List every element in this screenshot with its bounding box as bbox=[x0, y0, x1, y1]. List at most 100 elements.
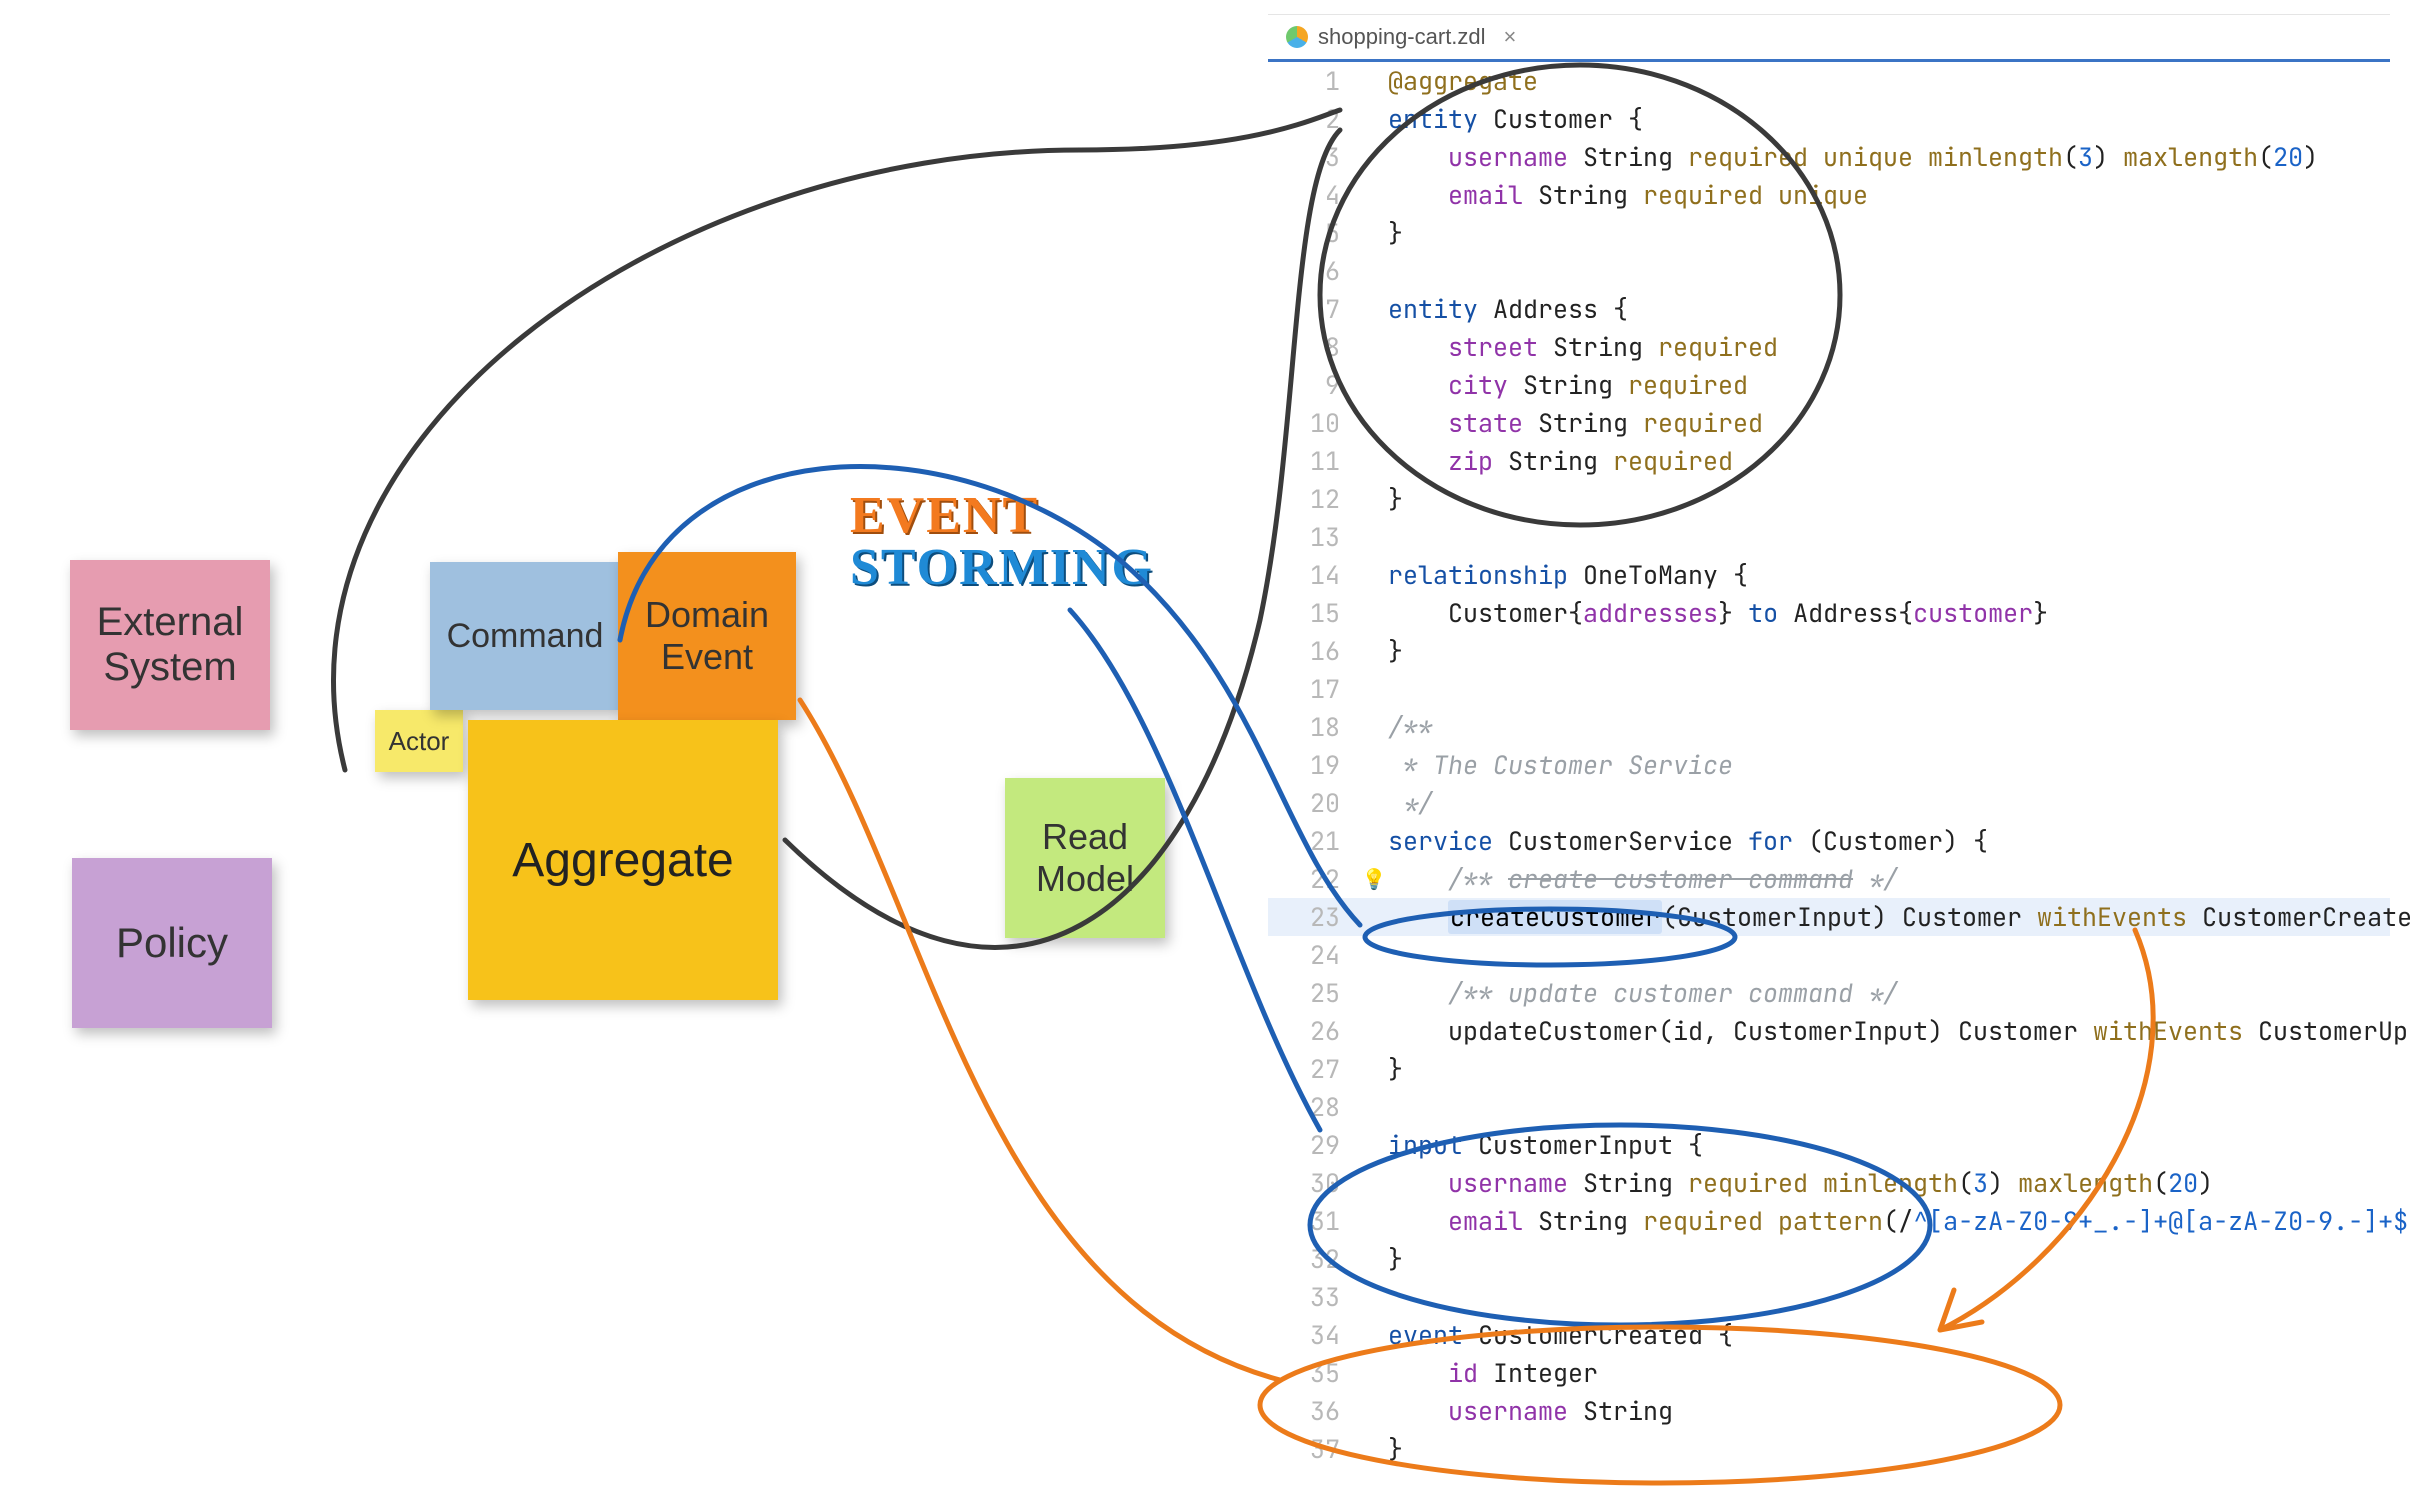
code-line[interactable]: 24 bbox=[1268, 936, 2390, 974]
code-line[interactable]: 32} bbox=[1268, 1240, 2390, 1278]
line-number: 24 bbox=[1268, 936, 1360, 974]
sticky-domain-event: Domain Event bbox=[618, 552, 796, 720]
code-line[interactable]: 18 /** bbox=[1268, 708, 2390, 746]
code-content: } bbox=[1388, 1430, 1403, 1468]
code-line[interactable]: 4 email String required unique bbox=[1268, 176, 2390, 214]
code-content: @aggregate bbox=[1388, 62, 1538, 100]
code-body[interactable]: 1 @aggregate2entity Customer {3 username … bbox=[1268, 62, 2390, 1468]
code-line[interactable]: 17 bbox=[1268, 670, 2390, 708]
code-line[interactable]: 22💡 /** create customer command */ bbox=[1268, 860, 2390, 898]
line-number: 1 bbox=[1268, 62, 1360, 100]
sticky-command: Command bbox=[430, 562, 620, 710]
code-line[interactable]: 36 username String bbox=[1268, 1392, 2390, 1430]
code-content: } bbox=[1388, 1050, 1403, 1088]
code-line[interactable]: 9 city String required bbox=[1268, 366, 2390, 404]
code-content: } bbox=[1388, 632, 1403, 670]
code-line[interactable]: 13 bbox=[1268, 518, 2390, 556]
code-line[interactable]: 10 state String required bbox=[1268, 404, 2390, 442]
code-line[interactable]: 21service CustomerService for (Customer)… bbox=[1268, 822, 2390, 860]
code-line[interactable]: 6 bbox=[1268, 252, 2390, 290]
code-line[interactable]: 25 /** update customer command */ bbox=[1268, 974, 2390, 1012]
line-number: 27 bbox=[1268, 1050, 1360, 1088]
code-line[interactable]: 37} bbox=[1268, 1430, 2390, 1468]
code-line[interactable]: 28 bbox=[1268, 1088, 2390, 1126]
file-icon bbox=[1286, 26, 1308, 48]
sticky-external-system: External System bbox=[70, 560, 270, 730]
code-content: username String required unique minlengt… bbox=[1388, 138, 2318, 176]
line-number: 15 bbox=[1268, 594, 1360, 632]
line-number: 4 bbox=[1268, 176, 1360, 214]
code-line[interactable]: 8 street String required bbox=[1268, 328, 2390, 366]
line-number: 23 bbox=[1268, 898, 1360, 936]
line-number: 30 bbox=[1268, 1164, 1360, 1202]
code-content: city String required bbox=[1388, 366, 1748, 404]
line-number: 11 bbox=[1268, 442, 1360, 480]
code-content: /** bbox=[1388, 708, 1433, 746]
code-line[interactable]: 7 entity Address { bbox=[1268, 290, 2390, 328]
line-number: 21 bbox=[1268, 822, 1360, 860]
sticky-policy: Policy bbox=[72, 858, 272, 1028]
code-content: username String bbox=[1388, 1392, 1673, 1430]
line-number: 35 bbox=[1268, 1354, 1360, 1392]
code-content: id Integer bbox=[1388, 1354, 1598, 1392]
code-line[interactable]: 31 email String required pattern(/^[a-zA… bbox=[1268, 1202, 2390, 1240]
tab-filename[interactable]: shopping-cart.zdl bbox=[1318, 24, 1486, 50]
sticky-label: Domain Event bbox=[645, 594, 769, 678]
line-number: 37 bbox=[1268, 1430, 1360, 1468]
code-line[interactable]: 12} bbox=[1268, 480, 2390, 518]
code-line[interactable]: 33 bbox=[1268, 1278, 2390, 1316]
code-line[interactable]: 23 createCustomer(CustomerInput) Custome… bbox=[1268, 898, 2390, 936]
code-line[interactable]: 27} bbox=[1268, 1050, 2390, 1088]
code-line[interactable]: 11 zip String required bbox=[1268, 442, 2390, 480]
code-line[interactable]: 1 @aggregate bbox=[1268, 62, 2390, 100]
line-number: 7 bbox=[1268, 290, 1360, 328]
line-number: 14 bbox=[1268, 556, 1360, 594]
code-content: entity Address { bbox=[1388, 290, 1628, 328]
line-number: 31 bbox=[1268, 1202, 1360, 1240]
code-content: email String required unique bbox=[1388, 176, 1868, 214]
line-number: 33 bbox=[1268, 1278, 1360, 1316]
code-line[interactable]: 15 Customer{addresses} to Address{custom… bbox=[1268, 594, 2390, 632]
sticky-label: Policy bbox=[116, 919, 228, 967]
line-number: 12 bbox=[1268, 480, 1360, 518]
line-number: 8 bbox=[1268, 328, 1360, 366]
code-line[interactable]: 26 updateCustomer(id, CustomerInput) Cus… bbox=[1268, 1012, 2390, 1050]
code-line[interactable]: 29 input CustomerInput { bbox=[1268, 1126, 2390, 1164]
code-line[interactable]: 35 id Integer bbox=[1268, 1354, 2390, 1392]
code-line[interactable]: 14relationship OneToMany { bbox=[1268, 556, 2390, 594]
sticky-label: Read Model bbox=[1036, 816, 1134, 900]
line-number: 9 bbox=[1268, 366, 1360, 404]
line-number: 25 bbox=[1268, 974, 1360, 1012]
line-number: 28 bbox=[1268, 1088, 1360, 1126]
code-line[interactable]: 5} bbox=[1268, 214, 2390, 252]
close-icon[interactable]: × bbox=[1504, 24, 1517, 50]
code-line[interactable]: 20 */ bbox=[1268, 784, 2390, 822]
lightbulb-icon[interactable]: 💡 bbox=[1360, 860, 1388, 898]
editor-tab-bar: shopping-cart.zdl × bbox=[1268, 15, 2390, 62]
line-number: 29 bbox=[1268, 1126, 1360, 1164]
code-line[interactable]: 19 * The Customer Service bbox=[1268, 746, 2390, 784]
code-content: input CustomerInput { bbox=[1388, 1126, 1703, 1164]
line-number: 2 bbox=[1268, 100, 1360, 138]
title-event: EVENT bbox=[850, 490, 1154, 542]
sticky-actor: Actor bbox=[375, 710, 463, 772]
line-number: 16 bbox=[1268, 632, 1360, 670]
code-line[interactable]: 3 username String required unique minlen… bbox=[1268, 138, 2390, 176]
code-line[interactable]: 30 username String required minlength(3)… bbox=[1268, 1164, 2390, 1202]
code-content: createCustomer(CustomerInput) Customer w… bbox=[1388, 898, 2410, 936]
line-number: 34 bbox=[1268, 1316, 1360, 1354]
line-number: 5 bbox=[1268, 214, 1360, 252]
code-content: username String required minlength(3) ma… bbox=[1388, 1164, 2213, 1202]
code-line[interactable]: 34event CustomerCreated { bbox=[1268, 1316, 2390, 1354]
event-storming-title: EVENT STORMING bbox=[850, 490, 1154, 594]
code-content: email String required pattern(/^[a-zA-Z0… bbox=[1388, 1202, 2410, 1240]
code-content: /** update customer command */ bbox=[1388, 974, 1898, 1012]
line-number: 13 bbox=[1268, 518, 1360, 556]
code-editor: shopping-cart.zdl × 1 @aggregate2entity C… bbox=[1268, 14, 2390, 1471]
line-number: 18 bbox=[1268, 708, 1360, 746]
code-content: zip String required bbox=[1388, 442, 1733, 480]
line-number: 20 bbox=[1268, 784, 1360, 822]
code-line[interactable]: 16} bbox=[1268, 632, 2390, 670]
code-line[interactable]: 2entity Customer { bbox=[1268, 100, 2390, 138]
code-content: */ bbox=[1388, 784, 1433, 822]
